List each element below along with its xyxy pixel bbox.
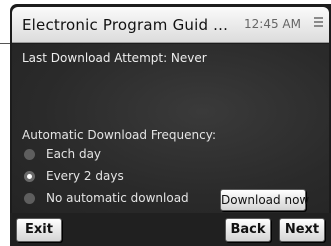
window-title: Electronic Program Guid ... [22, 16, 229, 34]
device-screen: Electronic Program Guid ... 12:45 AM Las… [10, 4, 331, 246]
exit-button[interactable]: Exit [16, 218, 62, 242]
title-bar: Electronic Program Guid ... 12:45 AM [12, 7, 329, 43]
radio-button-icon[interactable] [24, 193, 35, 204]
radio-label: Each day [46, 147, 102, 161]
main-content: Last Download Attempt: Never Automatic D… [12, 44, 329, 213]
frequency-label: Automatic Download Frequency: [22, 128, 216, 142]
back-button[interactable]: Back [225, 218, 271, 242]
next-button[interactable]: Next [279, 218, 325, 242]
radio-button-selected-icon[interactable] [24, 171, 35, 182]
radio-button-icon[interactable] [24, 149, 35, 160]
bottom-bar: Exit Back Next [10, 213, 331, 246]
screenshot-stage: Electronic Program Guid ... 12:45 AM Las… [0, 0, 331, 246]
radio-label: No automatic download [46, 191, 189, 205]
clock: 12:45 AM [244, 17, 301, 31]
callout-line [0, 43, 10, 44]
last-download-status: Last Download Attempt: Never [22, 51, 207, 65]
hamburger-menu-icon[interactable] [313, 15, 325, 31]
radio-label: Every 2 days [46, 169, 124, 183]
download-now-button[interactable]: Download now [220, 189, 309, 211]
